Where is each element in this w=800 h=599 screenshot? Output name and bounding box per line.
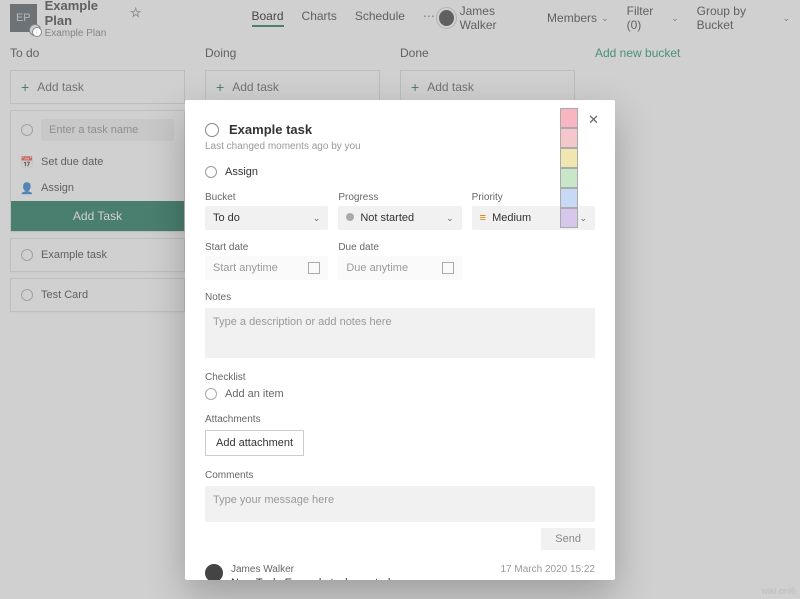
start-date-label: Start date <box>205 242 328 253</box>
bucket-label: Bucket <box>205 192 328 203</box>
modal-overlay: ⋯ ✕ Example task Last changed moments ag… <box>0 0 800 599</box>
progress-field: Progress Not started ⌄ <box>338 192 461 230</box>
notes-section: Notes Type a description or add notes he… <box>205 292 595 358</box>
start-date-field: Start date Start anytime <box>205 242 328 280</box>
progress-label: Progress <box>338 192 461 203</box>
notes-textarea[interactable]: Type a description or add notes here <box>205 308 595 358</box>
color-label-strip <box>560 108 578 228</box>
due-date-label: Due date <box>338 242 461 253</box>
status-dot-icon <box>346 213 354 221</box>
task-meta-row: Bucket To do⌄ Progress Not started⌄ Prio… <box>205 192 595 230</box>
close-icon[interactable]: ✕ <box>588 112 599 128</box>
last-changed-text: Last changed moments ago by you <box>205 141 595 152</box>
bucket-value: To do <box>213 212 240 224</box>
checklist-add-label: Add an item <box>225 388 284 400</box>
comments-label: Comments <box>205 470 595 481</box>
chevron-down-icon: ⌄ <box>446 213 454 224</box>
label-chip-blue[interactable] <box>560 188 578 208</box>
activity-author: James Walker <box>231 564 492 575</box>
assign-label: Assign <box>225 166 258 178</box>
checklist-label: Checklist <box>205 372 595 383</box>
start-date-placeholder: Start anytime <box>213 262 278 274</box>
date-row: Start date Start anytime Due date Due an… <box>205 242 595 280</box>
activity-time: 17 March 2020 15:22 <box>500 564 595 575</box>
chevron-down-icon: ⌄ <box>579 213 587 224</box>
chevron-down-icon: ⌄ <box>313 213 321 224</box>
calendar-icon <box>308 262 320 274</box>
progress-select[interactable]: Not started ⌄ <box>338 206 461 230</box>
info-icon[interactable]: i <box>32 27 42 37</box>
dialog-title-row: Example task <box>205 122 595 137</box>
complete-circle-icon[interactable] <box>205 123 219 137</box>
checklist-add-item[interactable]: Add an item <box>205 388 595 400</box>
due-date-placeholder: Due anytime <box>346 262 408 274</box>
calendar-icon <box>442 262 454 274</box>
notes-label: Notes <box>205 292 595 303</box>
send-row: Send <box>205 528 595 550</box>
send-button[interactable]: Send <box>541 528 595 550</box>
bucket-select[interactable]: To do ⌄ <box>205 206 328 230</box>
bucket-field: Bucket To do ⌄ <box>205 192 328 230</box>
priority-value: Medium <box>492 212 531 224</box>
start-date-input[interactable]: Start anytime <box>205 256 328 280</box>
priority-bars-icon: ≡ <box>480 212 486 224</box>
add-attachment-button[interactable]: Add attachment <box>205 430 304 456</box>
avatar-icon <box>205 564 223 580</box>
progress-value: Not started <box>360 212 414 224</box>
checklist-section: Checklist Add an item <box>205 372 595 400</box>
dialog-title[interactable]: Example task <box>229 122 312 137</box>
due-date-input[interactable]: Due anytime <box>338 256 461 280</box>
due-date-field: Due date Due anytime <box>338 242 461 280</box>
label-chip-green[interactable] <box>560 168 578 188</box>
comment-input[interactable]: Type your message here <box>205 486 595 522</box>
label-chip-purple[interactable] <box>560 208 578 228</box>
assign-button[interactable]: Assign <box>205 166 595 178</box>
activity-entry: James Walker New Task: Example task crea… <box>205 564 595 580</box>
label-chip-yellow[interactable] <box>560 148 578 168</box>
label-chip-pink[interactable] <box>560 108 578 128</box>
label-chip-rose[interactable] <box>560 128 578 148</box>
activity-body: James Walker New Task: Example task crea… <box>231 564 492 580</box>
person-icon <box>205 166 217 178</box>
watermark: wiki.onl6 <box>761 586 796 596</box>
attachments-label: Attachments <box>205 414 595 425</box>
activity-text: New Task: Example task created <box>231 577 492 580</box>
task-dialog: ⋯ ✕ Example task Last changed moments ag… <box>185 100 615 580</box>
circle-icon <box>205 388 217 400</box>
comments-section: Comments Type your message here Send <box>205 470 595 550</box>
attachments-section: Attachments Add attachment <box>205 414 595 456</box>
